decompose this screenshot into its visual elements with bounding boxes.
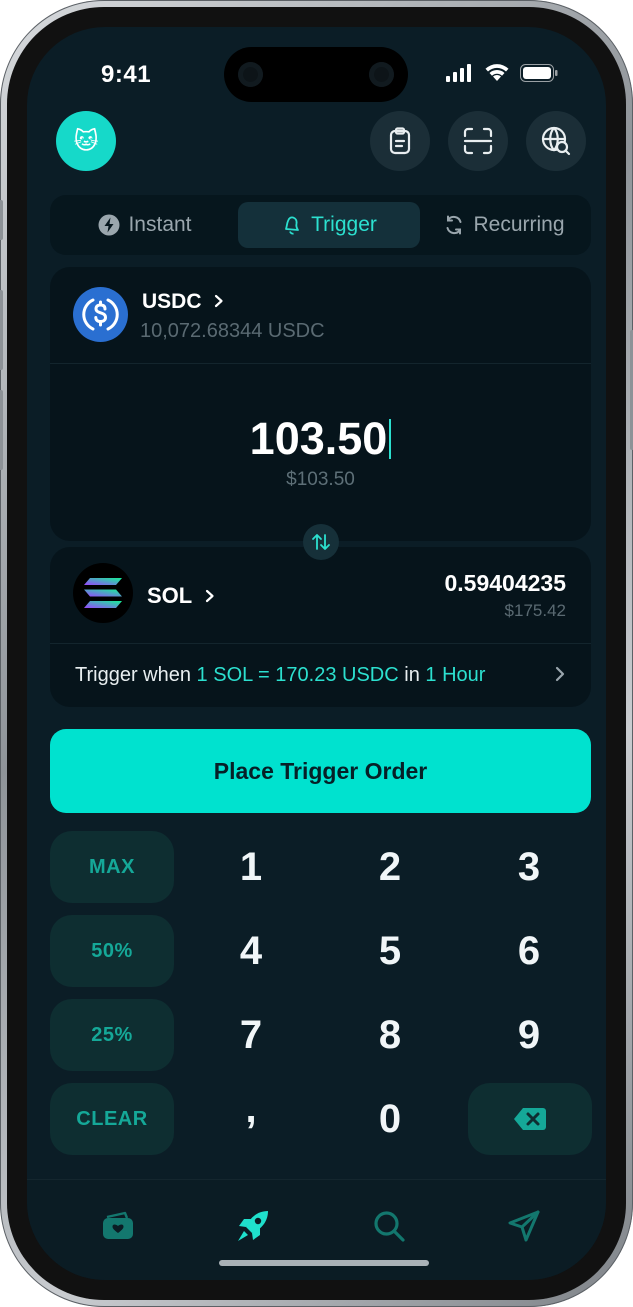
- trigger-middle: in: [404, 664, 420, 686]
- trigger-price-condition: 1 SOL = 170.23 USDC: [196, 664, 399, 686]
- key-6[interactable]: 6: [484, 915, 574, 987]
- nav-send[interactable]: [504, 1206, 544, 1246]
- sensor-icon: [369, 62, 394, 87]
- amount-value: 103.50: [249, 413, 388, 464]
- usdc-logo-icon: [73, 287, 128, 342]
- twenty-five-percent-button[interactable]: 25%: [50, 999, 174, 1071]
- divider: [50, 643, 591, 644]
- tab-trigger[interactable]: Trigger: [238, 202, 420, 248]
- chevron-right-icon[interactable]: [554, 665, 566, 683]
- wifi-icon: [485, 64, 509, 81]
- text-caret: [389, 419, 392, 459]
- key-1[interactable]: 1: [206, 831, 296, 903]
- nav-wallet[interactable]: [98, 1206, 138, 1246]
- refresh-icon: [446, 215, 462, 235]
- key-7[interactable]: 7: [206, 999, 296, 1071]
- tab-recurring-label: Recurring: [473, 213, 565, 236]
- tab-trigger-label: Trigger: [311, 213, 377, 236]
- fifty-percent-button[interactable]: 50%: [50, 915, 174, 987]
- sell-token-card: USDC 10,072.68344 USDC 103.50 $103.50: [50, 267, 591, 541]
- divider: [50, 363, 591, 364]
- key-5[interactable]: 5: [345, 915, 435, 987]
- key-9[interactable]: 9: [484, 999, 574, 1071]
- amount-input[interactable]: 103.50: [50, 413, 591, 465]
- place-trigger-order-button[interactable]: Place Trigger Order: [50, 729, 591, 813]
- nav-search[interactable]: [369, 1206, 409, 1246]
- buy-token-symbol: SOL: [147, 583, 192, 608]
- key-2[interactable]: 2: [345, 831, 435, 903]
- swap-arrows-icon: [312, 534, 330, 550]
- key-4[interactable]: 4: [206, 915, 296, 987]
- battery-icon: [520, 63, 558, 82]
- buy-token-usd-value: $175.42: [504, 601, 566, 620]
- tab-recurring[interactable]: Recurring: [422, 202, 586, 248]
- backspace-button[interactable]: [468, 1083, 592, 1155]
- clipboard-button[interactable]: [370, 111, 430, 171]
- action-button: [0, 200, 3, 240]
- trigger-duration: 1 Hour: [425, 664, 486, 686]
- buy-token-amount: 0.59404235: [444, 570, 566, 596]
- order-type-tabs: Instant Trigger Recurring: [50, 195, 591, 255]
- sell-token-symbol: USDC: [142, 290, 202, 313]
- bolt-icon: [98, 214, 120, 236]
- sol-logo-icon[interactable]: [73, 563, 133, 623]
- buy-token-selector[interactable]: SOL: [147, 583, 216, 609]
- clipboard-icon: [389, 127, 411, 155]
- avatar-emoji: 🐱: [73, 127, 99, 155]
- key-0[interactable]: 0: [345, 1083, 435, 1155]
- bell-icon: [285, 216, 300, 235]
- globe-search-button[interactable]: [526, 111, 586, 171]
- trigger-prefix: Trigger when: [75, 664, 191, 686]
- amount-usd-value: $103.50: [286, 469, 355, 490]
- key-3[interactable]: 3: [484, 831, 574, 903]
- home-indicator: [219, 1260, 429, 1266]
- trigger-condition-row[interactable]: Trigger when 1 SOL = 170.23 USDC in 1 Ho…: [75, 664, 485, 687]
- max-label: MAX: [89, 855, 135, 878]
- max-button[interactable]: MAX: [50, 831, 174, 903]
- camera-icon: [238, 62, 263, 87]
- globe-search-icon: [541, 126, 571, 156]
- buy-token-card: SOL 0.59404235 $175.42 Trigger when 1 SO…: [50, 547, 591, 707]
- search-icon: [374, 1211, 405, 1242]
- volume-up-button: [0, 290, 3, 370]
- clear-button[interactable]: CLEAR: [50, 1083, 174, 1155]
- tab-instant[interactable]: Instant: [57, 202, 233, 248]
- key-8[interactable]: 8: [345, 999, 435, 1071]
- scan-button[interactable]: [448, 111, 508, 171]
- rocket-icon: [238, 1211, 268, 1241]
- status-bar: 9:41: [27, 27, 606, 117]
- swap-direction-button[interactable]: [303, 524, 339, 560]
- send-icon: [508, 1210, 540, 1242]
- backspace-icon: [514, 1108, 546, 1130]
- clear-label: CLEAR: [76, 1107, 148, 1130]
- signal-icon: [446, 63, 471, 82]
- twenty-five-percent-label: 25%: [91, 1023, 133, 1046]
- chevron-right-icon: [215, 294, 223, 308]
- tab-instant-label: Instant: [128, 213, 192, 236]
- chevron-right-icon: [205, 589, 214, 603]
- sell-token-balance: 10,072.68344 USDC: [140, 320, 325, 342]
- cta-label: Place Trigger Order: [213, 757, 428, 784]
- key-decimal[interactable]: ,: [206, 1073, 296, 1145]
- status-time: 9:41: [101, 61, 152, 88]
- fifty-percent-label: 50%: [91, 939, 133, 962]
- wallet-icon: [103, 1211, 133, 1239]
- avatar[interactable]: 🐱: [56, 111, 116, 171]
- volume-down-button: [0, 390, 3, 470]
- nav-swap[interactable]: [233, 1206, 273, 1246]
- app-screen: 9:41 🐱 Instant Trigger Recurring USDC 10…: [27, 27, 606, 1280]
- dynamic-island: [224, 47, 408, 102]
- scan-icon: [463, 127, 493, 155]
